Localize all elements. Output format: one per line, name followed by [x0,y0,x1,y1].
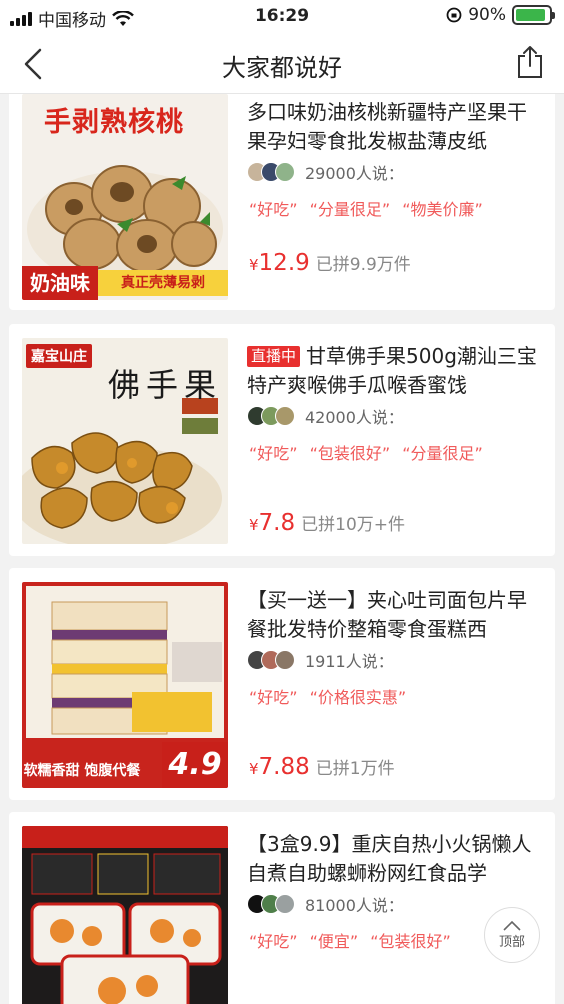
review-quote: “分量很足” [309,200,391,219]
reviewer-count: 1911人说： [305,652,394,671]
reviewer-count: 42000人说： [305,408,404,427]
review-quote: “好吃” [249,688,298,707]
review-quotes: “好吃” “包装很好” “分量很足” [249,440,483,464]
avatar [275,406,295,426]
review-quotes: “好吃” “分量很足” “物美价廉” [249,196,483,220]
product-title-text: 【买一送一】夹心吐司面包片早餐批发特价整箱零食蛋糕西 [247,588,527,641]
product-price: ¥7.8 [249,510,296,536]
avatar [275,650,295,670]
product-image-walnut[interactable]: 手剥熟核桃 奶油味 真正壳薄易剥 [22,94,228,300]
review-quote: “包装很好” [370,932,451,951]
review-quote: “价格很实惠” [309,688,407,707]
live-badge: 直播中 [247,346,301,367]
page-title: 大家都说好 [222,54,342,82]
product-title-text: 【3盒9.9】重庆自热小火锅懒人自煮自助螺蛳粉网红食品学 [247,832,532,885]
avatar [275,894,295,914]
price-row: ¥7.88 已拼1万件 [249,754,395,780]
sold-count: 已拼9.9万件 [315,255,411,275]
product-card[interactable]: 手剥熟核桃 奶油味 真正壳薄易剥 多口味奶油核桃新疆特产坚果干果孕妇零食批发椒盐… [9,94,555,310]
review-quote: “物美价廉” [402,200,483,219]
product-title[interactable]: 【买一送一】夹心吐司面包片早餐批发特价整箱零食蛋糕西 [247,586,543,644]
image-price: 4.9 [162,742,228,788]
status-bar: 中国移动 16:29 90% [0,0,564,34]
nav-bar: 大家都说好 [0,34,564,94]
review-quote: “好吃” [249,444,298,463]
avatar [275,162,295,182]
image-headline: 手剥熟核桃 [44,107,184,138]
image-brand: 嘉宝山庄 [26,344,92,368]
product-image-fingered-citron[interactable]: 嘉宝山庄 佛手果 [22,338,228,544]
review-quote: “好吃” [249,932,298,951]
chevron-up-icon [503,920,521,931]
share-icon[interactable] [514,44,546,80]
sold-count: 已拼1万件 [315,759,395,779]
reviewer-summary: 42000人说： [247,404,404,428]
product-price: ¥7.88 [249,754,310,780]
reviewer-avatars [247,650,295,670]
product-title[interactable]: 【3盒9.9】重庆自热小火锅懒人自煮自助螺蛳粉网红食品学 [247,830,543,888]
reviewer-summary: 29000人说： [247,160,404,184]
product-feed[interactable]: 手剥熟核桃 奶油味 真正壳薄易剥 多口味奶油核桃新疆特产坚果干果孕妇零食批发椒盐… [0,94,564,1004]
product-title-text: 多口味奶油核桃新疆特产坚果干果孕妇零食批发椒盐薄皮纸 [247,100,527,153]
price-row: ¥7.8 已拼10万+件 [249,510,405,536]
back-to-top-label: 顶部 [498,934,525,950]
battery-percent: 90% [468,5,506,25]
product-card[interactable]: 嘉宝山庄 佛手果 直播中 甘草佛手果500g潮汕三宝特产爽喉佛手瓜喉香蜜饯 420… [9,324,555,556]
sold-count: 已拼10万+件 [301,515,406,535]
image-sub: 真正壳薄易剥 [98,270,228,296]
orientation-lock-icon [446,7,462,23]
battery-icon [512,5,555,25]
image-sub: 软糯香甜 饱腹代餐 [23,763,141,779]
reviewer-count: 29000人说： [305,164,404,183]
status-right: 90% [446,5,555,25]
image-headline: 佛手果 [108,366,223,404]
reviewer-count: 81000人说： [305,896,404,915]
product-title[interactable]: 多口味奶油核桃新疆特产坚果干果孕妇零食批发椒盐薄皮纸 [247,98,543,156]
product-title[interactable]: 直播中 甘草佛手果500g潮汕三宝特产爽喉佛手瓜喉香蜜饯 [247,342,543,400]
review-quote: “便宜” [309,932,359,951]
review-quote: “好吃” [249,200,298,219]
review-quotes: “好吃” “便宜” “包装很好” [249,928,451,952]
product-image-toast[interactable]: 软糯香甜 饱腹代餐 4.9 [22,582,228,788]
review-quote: “分量很足” [402,444,483,463]
reviewer-summary: 81000人说： [247,892,404,916]
review-quote: “包装很好” [309,444,391,463]
reviewer-summary: 1911人说： [247,648,394,672]
product-image-hotpot[interactable] [22,826,228,1004]
product-price: ¥12.9 [249,250,310,276]
product-card[interactable]: 【3盒9.9】重庆自热小火锅懒人自煮自助螺蛳粉网红食品学 81000人说： “好… [9,812,555,1004]
review-quotes: “好吃” “价格很实惠” [249,684,406,708]
back-to-top-button[interactable]: 顶部 [484,907,540,963]
product-card[interactable]: 软糯香甜 饱腹代餐 4.9 【买一送一】夹心吐司面包片早餐批发特价整箱零食蛋糕西… [9,568,555,800]
price-row: ¥12.9 已拼9.9万件 [249,250,411,276]
reviewer-avatars [247,894,295,914]
reviewer-avatars [247,406,295,426]
reviewer-avatars [247,162,295,182]
image-badge: 奶油味 [22,266,98,300]
